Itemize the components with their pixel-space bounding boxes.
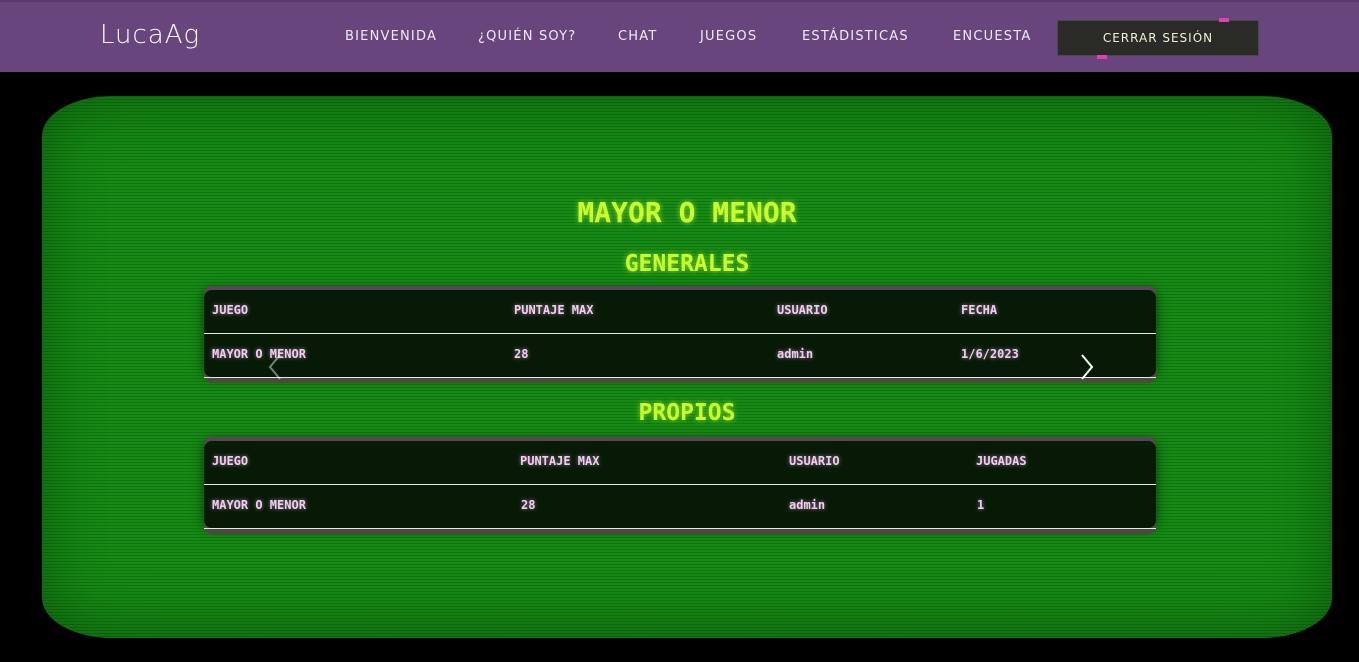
nav-quien-soy[interactable]: ¿QUIÉN SOY? [478,29,576,44]
section-heading-propios: PROPIOS [638,400,736,426]
table-cell: admin [789,498,826,512]
top-navbar: LucaAg BIENVENIDA ¿QUIÉN SOY? CHAT JUEGO… [0,0,1359,72]
generales-table: JUEGO PUNTAJE MAX USUARIO FECHA MAYOR O … [204,290,1156,378]
table-header-row: JUEGO PUNTAJE MAX USUARIO JUGADAS [204,441,1156,485]
brand-logo[interactable]: LucaAg [100,20,200,50]
column-header: JUEGO [212,303,249,317]
column-header: PUNTAJE MAX [514,303,594,317]
table-cell: 1 [977,498,985,512]
nav-juegos[interactable]: JUEGOS [700,29,757,44]
nav-estadisticas[interactable]: ESTÁDISTICAS [802,29,909,44]
table-cell: 1/6/2023 [961,347,1019,361]
column-header: JUGADAS [976,454,1027,468]
table-cell: MAYOR O MENOR [212,498,306,512]
section-heading-generales: GENERALES [624,251,750,277]
nav-chat[interactable]: CHAT [618,29,657,44]
page-title: MAYOR O MENOR [577,196,797,229]
table-row: MAYOR O MENOR 28 admin 1/6/2023 [204,334,1156,378]
nav-bienvenida[interactable]: BIENVENIDA [345,29,437,44]
crt-screen-panel: MAYOR O MENOR GENERALES JUEGO PUNTAJE MA… [42,96,1332,638]
column-header: PUNTAJE MAX [520,454,600,468]
table-header-row: JUEGO PUNTAJE MAX USUARIO FECHA [204,290,1156,334]
column-header: FECHA [961,303,998,317]
column-header: USUARIO [789,454,840,468]
table-cell: admin [777,347,814,361]
accent-decoration [1097,55,1107,59]
chevron-right-icon[interactable] [1076,353,1096,381]
table-cell: 28 [514,347,529,361]
table-cell: MAYOR O MENOR [212,347,306,361]
table-cell: 28 [521,498,536,512]
table-row: MAYOR O MENOR 28 admin 1 [204,485,1156,529]
logout-button[interactable]: CERRAR SESIÓN [1057,20,1259,56]
column-header: JUEGO [212,454,249,468]
chevron-left-icon[interactable] [266,353,286,381]
propios-table: JUEGO PUNTAJE MAX USUARIO JUGADAS MAYOR … [204,441,1156,529]
accent-decoration [1219,18,1229,22]
column-header: USUARIO [777,303,828,317]
nav-encuesta[interactable]: ENCUESTA [953,29,1031,44]
